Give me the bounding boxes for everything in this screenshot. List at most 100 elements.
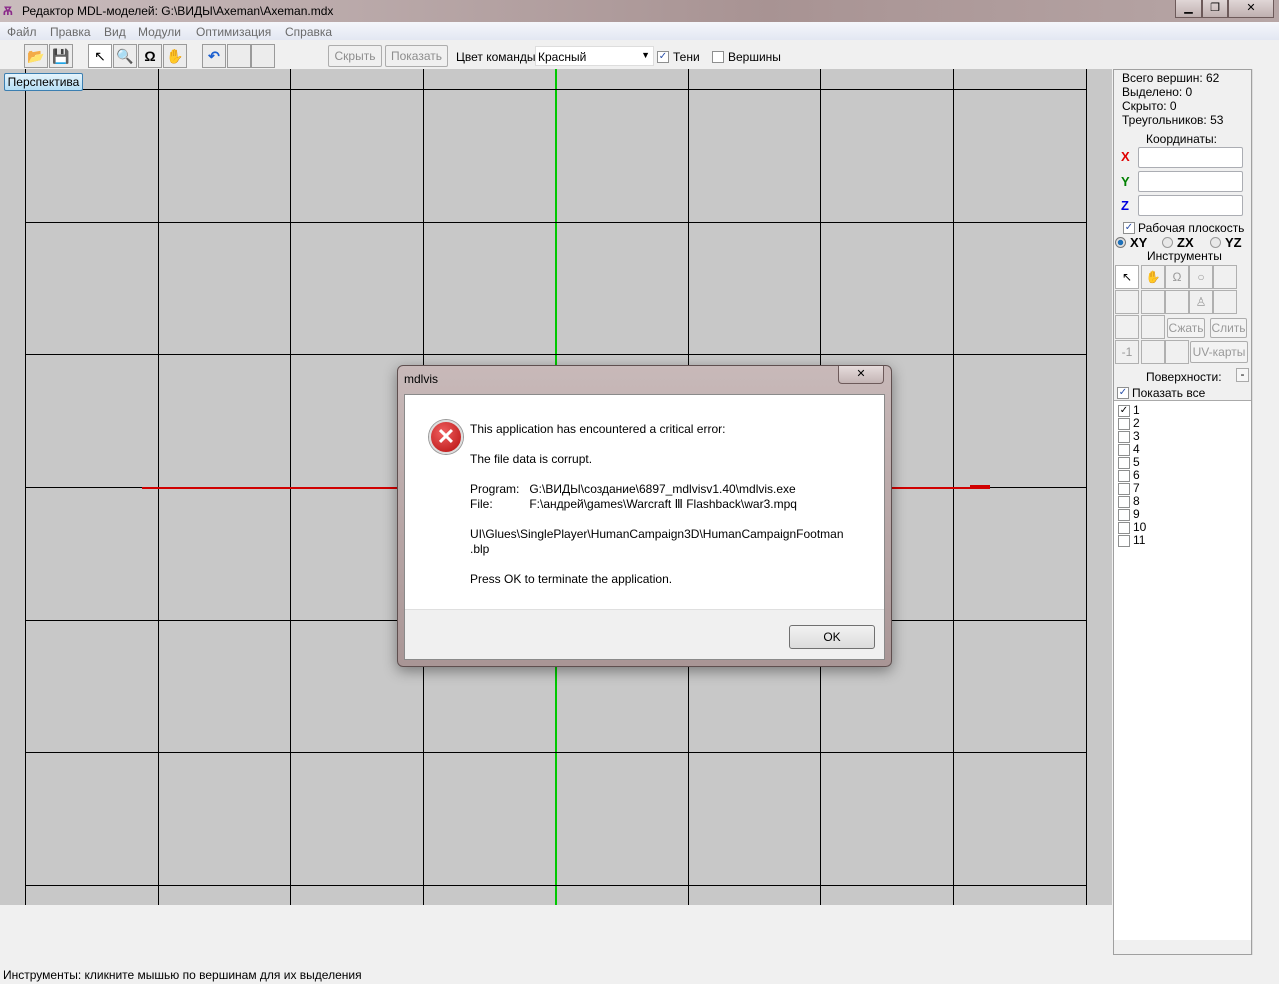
minimize-button[interactable]: ▁ [1175, 0, 1202, 18]
surface-label: 8 [1133, 494, 1140, 508]
team-color-label: Цвет команды: [456, 50, 539, 64]
plane-xy-label: XY [1130, 235, 1148, 250]
selected-count: Выделено: 0 [1122, 85, 1193, 99]
plane-xy-radio[interactable] [1115, 237, 1126, 248]
tool-blank-button[interactable] [1141, 290, 1165, 314]
surface-checkbox[interactable] [1118, 534, 1130, 547]
compress-button[interactable]: Сжать [1167, 318, 1205, 338]
merge-button[interactable]: Слить [1210, 318, 1247, 338]
plane-yz-label: YZ [1225, 235, 1242, 250]
side-panel-extra [1252, 69, 1279, 955]
select-arrow-icon[interactable]: ↖ [88, 44, 112, 68]
dialog-body: ✕ This application has encountered a cri… [404, 394, 885, 660]
show-all-checkbox[interactable]: ✓ [1117, 387, 1129, 399]
x-axis-marker [970, 485, 990, 489]
x-coord-input[interactable] [1138, 147, 1243, 168]
pan-hand-icon[interactable]: ✋ [163, 44, 187, 68]
minus-one-button[interactable]: -1 [1115, 340, 1139, 364]
perspective-view-button[interactable]: Перспектива [4, 73, 83, 91]
title-bar: Ѫ Редактор MDL-моделей: G:\ВИДЫ\Axeman\A… [0, 0, 1279, 22]
rotate-tool-icon[interactable]: Ω [1165, 265, 1189, 289]
dialog-close-button[interactable]: ✕ [838, 366, 884, 384]
tool-blank-button[interactable] [1141, 340, 1165, 364]
surface-checkbox[interactable]: ✓ [1118, 404, 1130, 417]
toolbar: 📂 💾 ↖ 🔍 Ω ✋ ↶ Скрыть Показать Цвет коман… [0, 40, 1279, 69]
team-color-select[interactable]: Красный ▼ [535, 46, 654, 66]
surface-checkbox[interactable] [1118, 469, 1130, 482]
menu-file[interactable]: Файл [7, 25, 37, 39]
vertices-checkbox[interactable] [712, 51, 724, 63]
surface-checkbox[interactable] [1118, 521, 1130, 534]
close-button[interactable]: ✕ [1228, 0, 1274, 18]
surface-checkbox[interactable] [1118, 417, 1130, 430]
z-coord-input[interactable] [1138, 195, 1243, 216]
surface-label: 10 [1133, 520, 1147, 534]
error-icon: ✕ [429, 420, 463, 454]
save-icon[interactable]: 💾 [49, 44, 73, 68]
app-icon: Ѫ [3, 4, 13, 18]
toolbar-blank-button[interactable] [251, 44, 275, 68]
total-vertices: Всего вершин: 62 [1122, 71, 1220, 85]
triangles-count: Треугольников: 53 [1122, 113, 1224, 127]
y-coord-input[interactable] [1138, 171, 1243, 192]
hidden-count: Скрыто: 0 [1122, 99, 1177, 113]
menu-view[interactable]: Вид [104, 25, 126, 39]
surface-checkbox[interactable] [1118, 508, 1130, 521]
surface-checkbox[interactable] [1118, 430, 1130, 443]
surface-label: 11 [1133, 533, 1146, 547]
grid-line [25, 885, 1087, 886]
maximize-button[interactable]: ❐ [1202, 0, 1228, 18]
circle-tool-icon[interactable]: ○ [1189, 265, 1213, 289]
shadows-checkbox[interactable]: ✓ [657, 51, 669, 63]
error-heading: This application has encountered a criti… [470, 422, 726, 436]
toolbar-blank-button[interactable] [227, 44, 251, 68]
surface-label: 3 [1133, 429, 1140, 443]
resource-path-ext: .blp [470, 542, 490, 556]
surface-item[interactable]: 11 [1118, 534, 1145, 547]
select-vertices-tool-icon[interactable]: ↖ [1115, 265, 1139, 289]
tool-blank-button[interactable] [1165, 290, 1189, 314]
plane-zx-radio[interactable] [1162, 237, 1173, 248]
show-button[interactable]: Показать [385, 45, 448, 67]
tool-blank-button[interactable] [1165, 340, 1189, 364]
plane-yz-radio[interactable] [1210, 237, 1221, 248]
zoom-icon[interactable]: 🔍 [113, 44, 137, 68]
surface-checkbox[interactable] [1118, 495, 1130, 508]
bone-tool-icon[interactable]: ♙ [1189, 290, 1213, 314]
x-label: X [1121, 149, 1130, 164]
menu-bar: Файл Правка Вид Модули Оптимизация Справ… [0, 22, 1279, 40]
program-path: Program: G:\ВИДЫ\создание\6897_mdlvisv1.… [470, 482, 796, 496]
menu-edit[interactable]: Правка [50, 25, 91, 39]
menu-help[interactable]: Справка [285, 25, 332, 39]
undo-icon[interactable]: ↶ [202, 44, 226, 68]
rotate-icon[interactable]: Ω [138, 44, 162, 68]
tools-label: Инструменты [1147, 249, 1222, 263]
hand-tool-icon[interactable]: ✋ [1141, 265, 1165, 289]
tool-blank-button[interactable] [1115, 315, 1139, 339]
tool-blank-button[interactable] [1213, 265, 1237, 289]
surface-checkbox[interactable] [1118, 456, 1130, 469]
terminate-message: Press OK to terminate the application. [470, 572, 673, 586]
hide-button[interactable]: Скрыть [328, 45, 382, 67]
tool-blank-button[interactable] [1213, 290, 1237, 314]
menu-optimization[interactable]: Оптимизация [196, 25, 271, 39]
uv-maps-button[interactable]: UV-карты [1190, 341, 1248, 363]
menu-modules[interactable]: Модули [138, 25, 181, 39]
surfaces-label: Поверхности: [1146, 370, 1222, 384]
open-icon[interactable]: 📂 [24, 44, 48, 68]
error-dialog: mdlvis ✕ ✕ This application has encounte… [397, 365, 892, 667]
surface-checkbox[interactable] [1118, 443, 1130, 456]
grid-line [25, 89, 1087, 90]
ok-button[interactable]: OK [789, 625, 875, 649]
tool-blank-button[interactable] [1141, 315, 1165, 339]
surface-checkbox[interactable] [1118, 482, 1130, 495]
work-plane-checkbox[interactable]: ✓ [1123, 222, 1135, 234]
plane-zx-label: ZX [1177, 235, 1194, 250]
status-bar: Инструменты: кликните мышью по вершинам … [3, 968, 362, 982]
chevron-down-icon: ▼ [641, 50, 650, 60]
surface-label: 4 [1133, 442, 1140, 456]
surfaces-collapse-button[interactable]: - [1236, 368, 1249, 382]
surface-label: 6 [1133, 468, 1140, 482]
tool-blank-button[interactable] [1115, 290, 1139, 314]
grid-line [25, 354, 1087, 355]
